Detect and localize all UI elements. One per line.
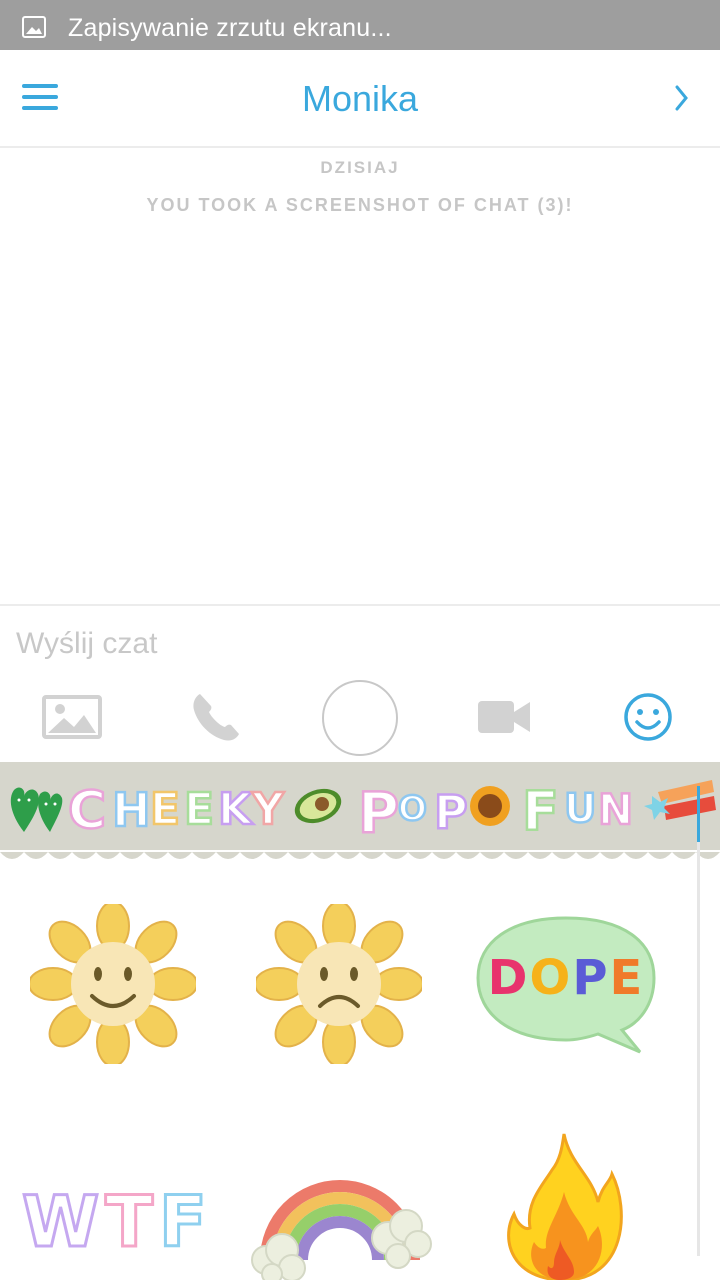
rainbow-sticker[interactable] xyxy=(248,1164,432,1280)
svg-text:E: E xyxy=(184,784,214,835)
image-icon[interactable] xyxy=(42,684,102,750)
screenshot-notice: YOU TOOK A SCREENSHOT OF CHAT (3)! xyxy=(146,195,574,215)
input-divider xyxy=(0,604,720,606)
chevron-right-icon[interactable] xyxy=(672,84,690,112)
camera-capture-button[interactable] xyxy=(322,680,398,756)
sticker-bar-scallop xyxy=(0,850,720,859)
wtf-sticker-text: WTF xyxy=(20,1180,213,1265)
svg-text:E: E xyxy=(150,784,180,835)
status-notification-text: Zapisywanie zrzutu ekranu... xyxy=(68,14,392,42)
svg-text:U: U xyxy=(564,786,596,832)
sticker-pack-banner[interactable]: C H E E K Y P O P F U N xyxy=(0,762,720,852)
smiley-icon[interactable] xyxy=(622,684,674,750)
dope-sticker-text: DOPE xyxy=(487,950,645,1006)
fire-sticker[interactable] xyxy=(500,1130,630,1280)
date-label: DZISIAJ xyxy=(320,158,400,177)
svg-text:K: K xyxy=(218,784,254,835)
svg-text:H: H xyxy=(112,783,151,837)
happy-sunflower-sticker[interactable] xyxy=(30,904,196,1064)
dope-sticker[interactable]: DOPE xyxy=(474,912,658,1058)
sunflower-icon xyxy=(470,786,510,826)
phone-icon[interactable] xyxy=(186,684,246,750)
svg-text:N: N xyxy=(598,785,633,834)
chat-input[interactable] xyxy=(16,622,696,666)
image-notification-icon xyxy=(22,16,46,38)
svg-text:C: C xyxy=(68,781,106,841)
svg-text:O: O xyxy=(398,789,427,829)
svg-text:P: P xyxy=(434,785,468,839)
cheeky-pop-fun-banner: C H E E K Y P O P F U N xyxy=(10,779,716,847)
status-bar: Zapisywanie zrzutu ekranu... xyxy=(0,0,720,50)
chat-title[interactable]: Monika xyxy=(0,78,720,120)
wtf-sticker[interactable]: WTF xyxy=(20,1180,213,1265)
sad-sunflower-sticker[interactable] xyxy=(256,904,422,1064)
svg-text:P: P xyxy=(358,781,399,846)
sticker-scrollbar[interactable] xyxy=(697,786,700,1256)
sticker-scrollbar-thumb[interactable] xyxy=(697,786,700,842)
svg-text:F: F xyxy=(522,780,559,843)
svg-text:Y: Y xyxy=(251,784,285,835)
video-camera-icon[interactable] xyxy=(476,684,532,750)
